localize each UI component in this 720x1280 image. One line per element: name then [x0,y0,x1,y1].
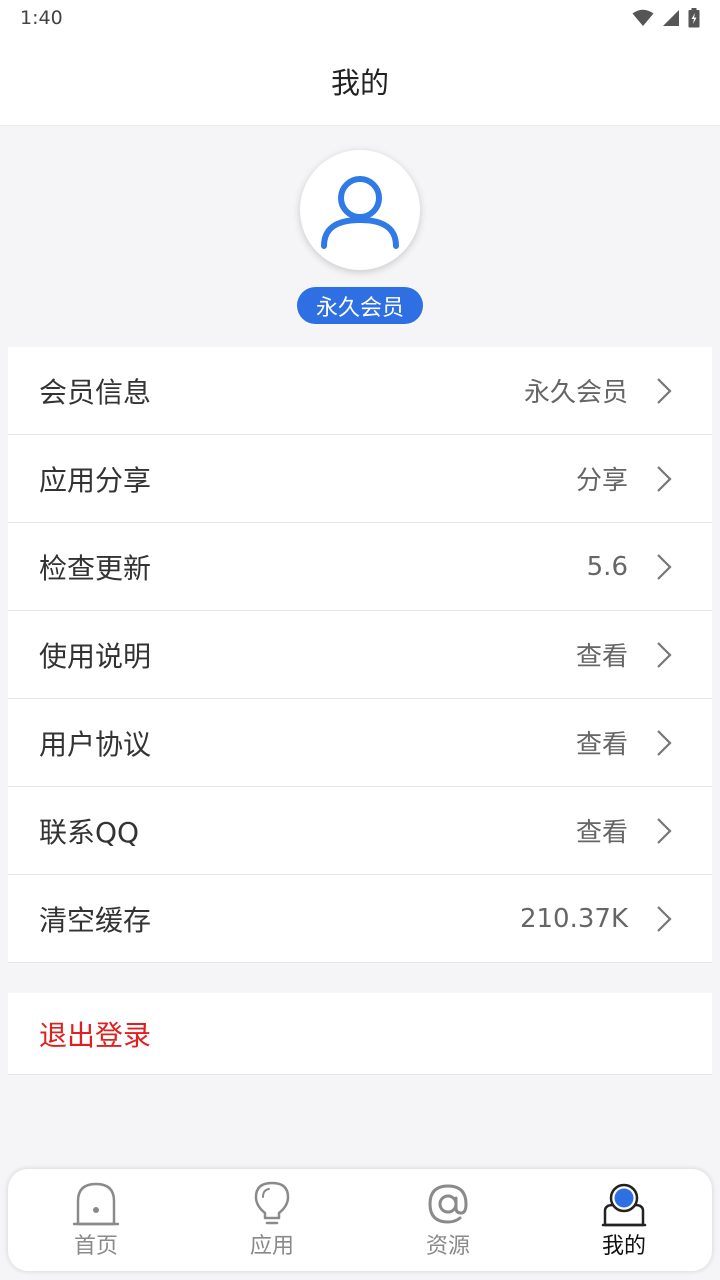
bulb-icon [254,1181,290,1224]
menu-item-label: 联系QQ [39,815,140,849]
menu-item-value: 永久会员 [523,378,628,408]
menu-item-value: 210.37K [519,903,628,934]
nav-label: 资源 [425,1233,470,1259]
nav-label: 首页 [73,1233,118,1259]
menu-item-instructions[interactable]: 使用说明 查看 [8,611,712,699]
at-icon [428,1183,468,1224]
menu-item-value: 查看 [575,642,628,672]
chevron-right-icon [657,377,672,404]
page-title: 我的 [330,65,389,100]
user-icon [321,176,399,249]
bottom-nav: 首页 应用 资源 我的 [8,1169,712,1271]
menu-list: 会员信息 永久会员 应用分享 分享 检查更新 5.6 使用说明 查看 用户协议 … [8,347,712,963]
signal-icon [663,10,679,26]
menu-item-value: 查看 [575,730,628,760]
menu-item-label: 清空缓存 [39,903,152,937]
nav-item-apps[interactable]: 应用 [184,1169,360,1271]
status-icons [632,8,700,28]
status-bar: 1:40 [0,0,720,36]
menu-item-label: 检查更新 [39,551,152,585]
menu-item-label: 用户协议 [39,727,152,761]
home-icon [73,1182,119,1225]
menu-item-value: 5.6 [586,551,628,582]
logout-label: 退出登录 [39,1018,152,1052]
chevron-right-icon [657,905,672,932]
title-bar: 我的 [0,36,720,126]
chevron-right-icon [657,553,672,580]
menu-item-user-agreement[interactable]: 用户协议 查看 [8,699,712,787]
nav-item-mine[interactable]: 我的 [536,1169,712,1271]
nav-item-home[interactable]: 首页 [8,1169,184,1271]
chevron-right-icon [657,465,672,492]
menu-item-value: 查看 [575,818,628,848]
chevron-right-icon [657,641,672,668]
menu-item-app-share[interactable]: 应用分享 分享 [8,435,712,523]
avatar[interactable] [300,150,420,270]
nav-label: 我的 [601,1233,646,1259]
nav-item-resources[interactable]: 资源 [360,1169,536,1271]
menu-item-contact-qq[interactable]: 联系QQ 查看 [8,787,712,875]
menu-item-check-update[interactable]: 检查更新 5.6 [8,523,712,611]
profile-icon [601,1183,647,1226]
chevron-right-icon [657,817,672,844]
menu-item-label: 会员信息 [39,375,152,409]
menu-item-label: 应用分享 [39,463,152,497]
member-badge: 永久会员 [297,287,423,324]
logout-button[interactable]: 退出登录 [8,993,712,1075]
menu-item-clear-cache[interactable]: 清空缓存 210.37K [8,875,712,963]
wifi-icon [632,9,654,26]
menu-item-label: 使用说明 [39,639,152,673]
menu-item-value: 分享 [575,466,628,496]
battery-charging-icon [688,8,700,28]
nav-label: 应用 [249,1233,294,1259]
status-time: 1:40 [20,7,63,29]
menu-item-member-info[interactable]: 会员信息 永久会员 [8,347,712,435]
chevron-right-icon [657,729,672,756]
